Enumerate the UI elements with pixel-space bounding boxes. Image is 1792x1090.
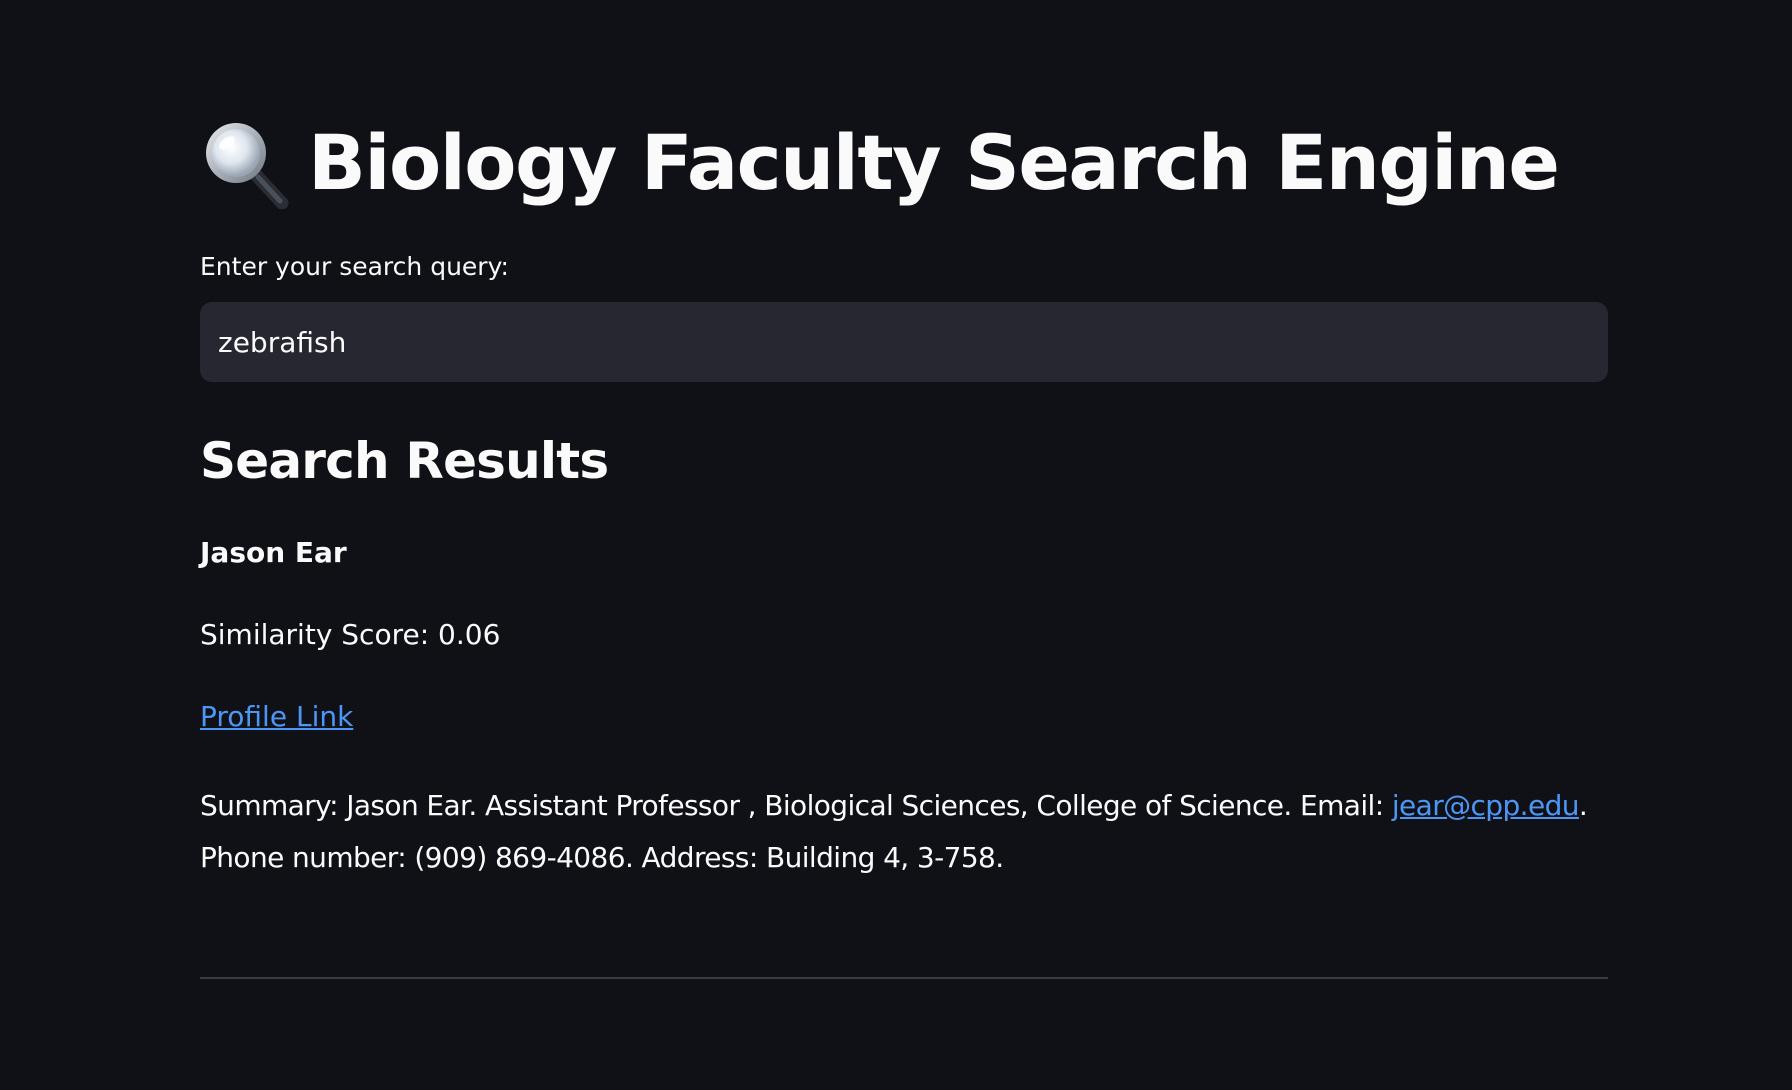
- page-title: Biology Faculty Search Engine: [308, 118, 1560, 207]
- result-name: Jason Ear: [200, 536, 347, 569]
- results-heading: Search Results: [200, 432, 609, 490]
- search-input[interactable]: [218, 302, 1608, 382]
- title-row: Biology Faculty Search Engine: [200, 108, 1560, 218]
- summary-text-before-email: Summary: Jason Ear. Assistant Professor …: [200, 789, 1392, 822]
- similarity-score: Similarity Score: 0.06: [200, 618, 501, 651]
- divider: [200, 977, 1608, 979]
- email-link[interactable]: jear@cpp.edu: [1392, 789, 1580, 822]
- profile-link[interactable]: Profile Link: [200, 700, 353, 733]
- search-label: Enter your search query:: [200, 252, 509, 281]
- magnifying-glass-icon: [200, 117, 290, 210]
- result-summary: Summary: Jason Ear. Assistant Professor …: [200, 780, 1608, 884]
- search-box: [200, 302, 1608, 382]
